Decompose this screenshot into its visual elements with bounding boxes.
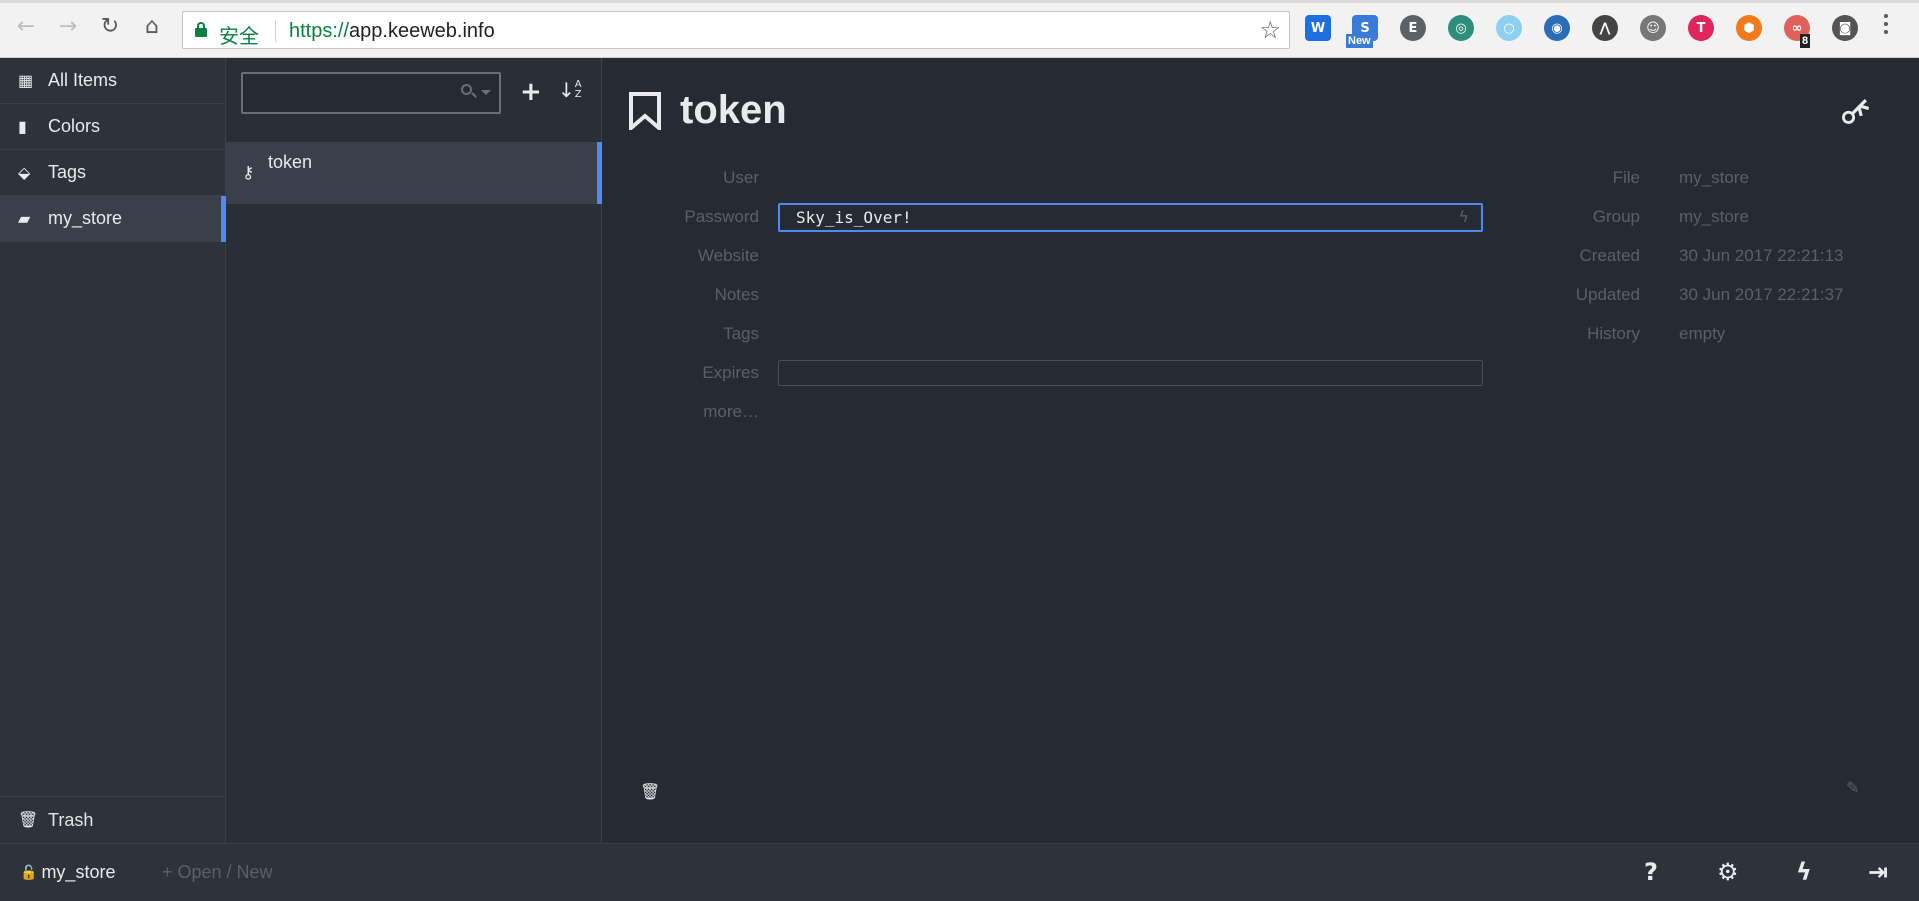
list-item[interactable]: ⚷ token bbox=[226, 142, 602, 204]
lightning-icon[interactable]: ϟ bbox=[1796, 858, 1812, 886]
ring-extension-icon[interactable]: ○ bbox=[1496, 15, 1522, 41]
address-bar[interactable]: 安全 https://app.keeweb.info ☆ bbox=[182, 11, 1290, 49]
t-extension-icon[interactable]: T bbox=[1688, 15, 1714, 41]
secure-label: 安全 bbox=[219, 24, 259, 48]
expires-field[interactable] bbox=[778, 360, 1483, 386]
menu-item-trash[interactable]: 🗑 Trash bbox=[0, 796, 225, 843]
menu-item-label: Colors bbox=[48, 116, 101, 136]
paperclip-icon[interactable]: ✎ bbox=[1846, 778, 1859, 797]
open-new-label: Open / New bbox=[177, 862, 273, 882]
file-value: my_store bbox=[1679, 168, 1749, 187]
reload-button[interactable]: ↻ bbox=[96, 12, 124, 40]
search-icon bbox=[461, 84, 477, 98]
updated-value: 30 Jun 2017 22:21:37 bbox=[1679, 285, 1844, 304]
trash-icon[interactable]: 🗑 bbox=[640, 782, 660, 801]
password-field[interactable]: Sky_is_Over! ϟ bbox=[778, 203, 1483, 232]
lightning-icon[interactable]: ϟ bbox=[1458, 207, 1469, 226]
created-label: Created bbox=[1579, 246, 1640, 265]
menu-item-label: All Items bbox=[48, 70, 118, 90]
unlock-icon: 🔓 bbox=[20, 864, 38, 880]
forward-button[interactable]: → bbox=[54, 12, 82, 40]
footer-file[interactable]: 🔓 my_store bbox=[20, 862, 115, 883]
updated-label: Updated bbox=[1575, 285, 1640, 304]
key-icon: ⚷ bbox=[1830, 84, 1882, 136]
hex-extension-icon[interactable]: ⬢ bbox=[1736, 15, 1762, 41]
password-label[interactable]: Password bbox=[602, 207, 759, 227]
plus-icon: + bbox=[162, 862, 178, 882]
list-item-title: token bbox=[268, 152, 313, 172]
grid-icon: ▦ bbox=[18, 72, 34, 90]
spy-extension-icon[interactable]: ☺ bbox=[1640, 15, 1666, 41]
footer-file-name: my_store bbox=[41, 862, 116, 882]
chevron-down-icon[interactable] bbox=[481, 90, 491, 95]
mask-extension-icon[interactable]: ◙ bbox=[1832, 15, 1858, 41]
user-label[interactable]: User bbox=[602, 168, 759, 188]
url-scheme: https:// bbox=[289, 20, 350, 42]
sort-button[interactable]: ↓ AZ bbox=[558, 78, 582, 102]
bookmark-icon: ▮ bbox=[18, 118, 27, 136]
tags-icon: ⬙ bbox=[18, 164, 31, 182]
menu-item-label: my_store bbox=[48, 208, 123, 228]
logout-icon[interactable]: ⇥ bbox=[1868, 858, 1888, 886]
created-value: 30 Jun 2017 22:21:13 bbox=[1679, 246, 1844, 265]
gear-icon[interactable]: ⚙ bbox=[1717, 858, 1739, 886]
group-label: Group bbox=[1592, 207, 1640, 226]
tab-strip[interactable] bbox=[0, 0, 1919, 3]
left-menu: ▦ All Items ▮ Colors ⬙ Tags ▰ my_store 🗑… bbox=[0, 58, 226, 843]
entry-details: token ⚷ User Password Website Notes Tags… bbox=[602, 58, 1919, 843]
globe-extension-icon[interactable]: ◉ bbox=[1544, 15, 1570, 41]
bookmark-icon[interactable] bbox=[628, 92, 662, 130]
search-input[interactable] bbox=[241, 72, 501, 114]
menu-item-all-items[interactable]: ▦ All Items bbox=[0, 58, 225, 104]
omnibox-divider bbox=[275, 20, 276, 42]
add-entry-button[interactable]: + bbox=[520, 79, 542, 105]
entry-list: + ↓ AZ ⚷ token bbox=[226, 58, 602, 843]
tags-label[interactable]: Tags bbox=[602, 324, 759, 344]
bookmark-star-icon[interactable]: ☆ bbox=[1259, 16, 1281, 44]
url-host: app.keeweb.info bbox=[349, 20, 495, 42]
history-label: History bbox=[1587, 324, 1640, 343]
group-value[interactable]: my_store bbox=[1679, 207, 1749, 227]
url-text[interactable]: https://app.keeweb.info bbox=[289, 20, 495, 43]
home-button[interactable]: ⌂ bbox=[138, 12, 166, 40]
evernote-extension-icon[interactable]: E bbox=[1400, 15, 1426, 41]
trash-icon: 🗑 bbox=[18, 812, 39, 829]
keeweb-app: ▦ All Items ▮ Colors ⬙ Tags ▰ my_store 🗑… bbox=[0, 58, 1919, 901]
expires-label[interactable]: Expires bbox=[602, 363, 759, 383]
menu-item-my-store[interactable]: ▰ my_store bbox=[0, 196, 226, 242]
count-badge: 8 bbox=[1800, 34, 1811, 48]
history-value[interactable]: empty bbox=[1679, 324, 1725, 344]
graph-extension-icon[interactable]: ⋀ bbox=[1592, 15, 1618, 41]
new-badge: New bbox=[1346, 34, 1373, 48]
open-new-button[interactable]: + Open / New bbox=[162, 862, 273, 883]
lock-icon bbox=[195, 22, 207, 37]
folder-open-icon: ▰ bbox=[18, 210, 31, 228]
menu-item-label: Tags bbox=[48, 162, 87, 182]
sort-az-icon: AZ bbox=[574, 79, 582, 100]
trash-label: Trash bbox=[48, 809, 94, 830]
footer: 🔓 my_store + Open / New ? ⚙ ϟ ⇥ bbox=[0, 843, 1919, 901]
file-label: File bbox=[1612, 168, 1640, 187]
menu-item-colors[interactable]: ▮ Colors bbox=[0, 104, 225, 150]
browser-toolbar: ← → ↻ ⌂ 安全 https://app.keeweb.info ☆ W S… bbox=[0, 0, 1919, 58]
password-value[interactable]: Sky_is_Over! bbox=[796, 208, 912, 227]
menu-item-tags[interactable]: ⬙ Tags bbox=[0, 150, 225, 196]
website-label[interactable]: Website bbox=[602, 246, 759, 266]
word-extension-icon[interactable]: W bbox=[1305, 15, 1331, 41]
sort-arrow-icon: ↓ bbox=[558, 78, 575, 102]
back-button[interactable]: ← bbox=[12, 12, 40, 40]
entry-title[interactable]: token bbox=[680, 88, 787, 133]
notes-label[interactable]: Notes bbox=[602, 285, 759, 305]
help-icon[interactable]: ? bbox=[1644, 858, 1658, 886]
key-icon: ⚷ bbox=[242, 162, 255, 183]
compass-extension-icon[interactable]: ◎ bbox=[1448, 15, 1474, 41]
browser-menu-icon[interactable] bbox=[1884, 14, 1890, 34]
more-link[interactable]: more… bbox=[602, 402, 759, 422]
